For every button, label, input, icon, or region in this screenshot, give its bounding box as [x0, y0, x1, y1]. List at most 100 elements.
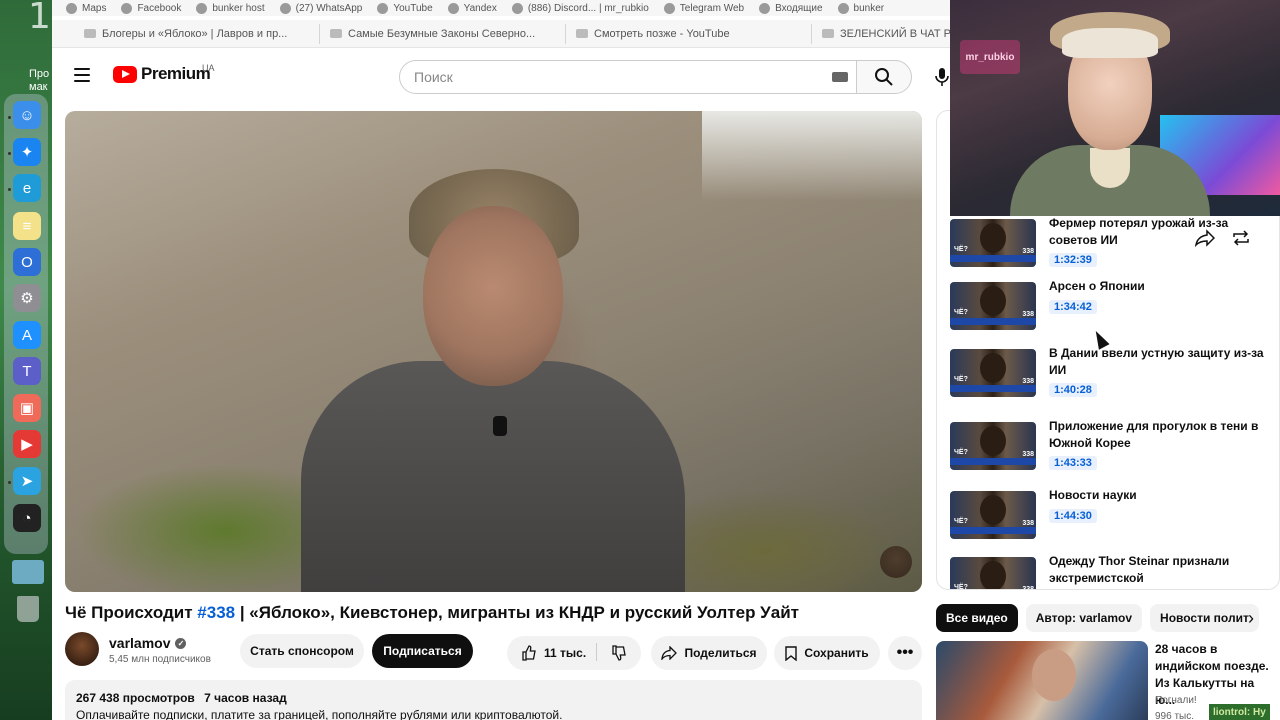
- bookmark-item[interactable]: YouTube: [377, 2, 433, 14]
- chevron-right-icon[interactable]: ›: [1248, 608, 1254, 629]
- title-prefix: Чё Происходит: [65, 603, 198, 622]
- playlist-item-title[interactable]: Приложение для прогулок в тени в Южной К…: [1049, 418, 1267, 452]
- bookmark-item[interactable]: (27) WhatsApp: [279, 2, 362, 14]
- telegram-icon[interactable]: ➤: [13, 467, 41, 495]
- youtube-icon: [84, 29, 96, 38]
- search-button[interactable]: [856, 60, 912, 94]
- trash-icon[interactable]: [17, 596, 39, 622]
- bookmark-item[interactable]: Telegram Web: [663, 2, 744, 14]
- playlist-item[interactable]: ЧЁ? 338 Приложение для прогулок в тени в Ю…: [950, 419, 1279, 482]
- channel-watermark-avatar: [880, 546, 912, 578]
- playlist-item[interactable]: ЧЁ? 338 Новости науки 1:44:30: [950, 488, 1279, 551]
- timestamp-link[interactable]: 1:43:33: [1049, 456, 1097, 470]
- map-pin-icon: [66, 2, 77, 14]
- description-box[interactable]: 267 438 просмотров 7 часов назад Оплачив…: [65, 680, 922, 720]
- video-app-icon[interactable]: ▶: [13, 430, 41, 458]
- video-title: Чё Происходит #338 | «Яблоко», Киевстоне…: [65, 603, 799, 623]
- package-icon[interactable]: ▣: [13, 394, 41, 422]
- browser-window: Maps Facebook bunker host (27) WhatsApp YouT…: [52, 0, 1280, 720]
- safari-icon[interactable]: ✦: [13, 138, 41, 166]
- playlist-thumbnail[interactable]: ЧЁ? 338: [950, 557, 1036, 589]
- playlist-item-title[interactable]: Арсен о Японии: [1049, 278, 1267, 295]
- timestamp-link[interactable]: 1:44:30: [1049, 509, 1097, 523]
- youtube-logo[interactable]: Premium: [113, 64, 211, 84]
- mail-icon: [759, 2, 771, 14]
- bookmark-item[interactable]: Входящие: [759, 2, 823, 14]
- playlist-item-title[interactable]: Одежду Thor Steinar признали экстремистс…: [1049, 553, 1267, 587]
- telegram-icon: [663, 2, 675, 14]
- search-input[interactable]: Поиск: [399, 60, 857, 94]
- thumb-badge-text: ЧЁ?: [954, 518, 968, 525]
- playlist-thumbnail[interactable]: ЧЁ? 338: [950, 349, 1036, 397]
- chip-politics[interactable]: Новости полит: [1150, 604, 1259, 632]
- playlist-item-title[interactable]: Новости науки: [1049, 487, 1267, 504]
- playlist-item[interactable]: ЧЁ? 338 Одежду Thor Steinar признали экстр…: [950, 554, 1279, 589]
- outlook-icon[interactable]: O: [13, 248, 41, 276]
- video-player[interactable]: [65, 111, 922, 592]
- chip-all-videos[interactable]: Все видео: [936, 604, 1018, 632]
- playlist-item[interactable]: ЧЁ? 338 В Дании ввели устную защиту из-за …: [950, 346, 1279, 409]
- app-store-icon[interactable]: A: [13, 321, 41, 349]
- playlist-thumbnail[interactable]: ЧЁ? 338: [950, 422, 1036, 470]
- video-sky: [702, 111, 922, 201]
- finder-icon[interactable]: ☺: [13, 101, 41, 129]
- playlist-item[interactable]: ЧЁ? 338 Арсен о Японии 1:34:42: [950, 279, 1279, 342]
- playlist-item-title[interactable]: В Дании ввели устную защиту из-за ИИ: [1049, 345, 1267, 379]
- channel-name[interactable]: varlamov: [109, 635, 170, 651]
- thumb-episode-number: 338: [1022, 378, 1034, 385]
- thumb-badge-text: ЧЁ?: [954, 376, 968, 383]
- whatsapp-icon: [279, 2, 291, 14]
- playlist-item[interactable]: ЧЁ? 338 Фермер потерял урожай из-за совето…: [950, 216, 1279, 279]
- settings-icon[interactable]: ⚙: [13, 284, 41, 312]
- running-indicator: [8, 481, 11, 484]
- activity-monitor-icon[interactable]: ◔: [13, 504, 41, 532]
- chip-author[interactable]: Автор: varlamov: [1025, 604, 1143, 632]
- thumbs-down-icon[interactable]: [611, 645, 627, 661]
- browser-tab[interactable]: ЗЕЛЕНСКИЙ В ЧАТ РУ: [812, 23, 972, 44]
- screen: 19 Про мак ☺ ✦ e ≡ O ⚙ A T ▣ ▶ ➤ ◔ Maps F…: [0, 0, 1280, 720]
- keyboard-icon[interactable]: [832, 72, 848, 82]
- browser-tab[interactable]: Блогеры и «Яблоко» | Лавров и пр...: [74, 23, 320, 44]
- bookmark-item[interactable]: bunker host: [196, 2, 265, 14]
- playlist-thumbnail[interactable]: ЧЁ? 338: [950, 282, 1036, 330]
- share-button[interactable]: Поделиться: [651, 636, 767, 670]
- bookmark-item[interactable]: Facebook: [121, 2, 181, 14]
- timestamp-link[interactable]: 1:32:39: [1049, 253, 1097, 267]
- notes-icon[interactable]: ≡: [13, 212, 41, 240]
- recommended-thumbnail[interactable]: [936, 641, 1148, 720]
- thumb-banner: [950, 458, 1036, 465]
- timestamp-link[interactable]: 1:40:28: [1049, 383, 1097, 397]
- like-count[interactable]: 11 тыс.: [544, 646, 586, 660]
- bookmark-item[interactable]: Maps: [66, 2, 106, 14]
- thumb-banner: [950, 385, 1036, 392]
- channel-name-row[interactable]: varlamov ✓: [109, 635, 187, 651]
- bookmark-item[interactable]: bunker: [837, 2, 884, 14]
- microphone-icon[interactable]: [932, 66, 952, 88]
- hashtag-link[interactable]: #338: [197, 603, 235, 622]
- timestamp-link[interactable]: 1:34:42: [1049, 300, 1097, 314]
- teams-icon[interactable]: T: [13, 357, 41, 385]
- browser-tab[interactable]: Смотреть позже - YouTube: [566, 23, 812, 44]
- playlist-thumbnail[interactable]: ЧЁ? 338: [950, 491, 1036, 539]
- playlist-thumbnail[interactable]: ЧЁ? 338: [950, 219, 1036, 267]
- hamburger-menu-icon[interactable]: [74, 68, 90, 82]
- playlist-item-title[interactable]: Фермер потерял урожай из-за советов ИИ: [1049, 215, 1267, 249]
- thumb-episode-number: 338: [1022, 311, 1034, 318]
- subscribe-button[interactable]: Подписаться: [372, 634, 473, 668]
- edge-icon[interactable]: e: [13, 174, 41, 202]
- title-suffix: | «Яблоко», Киевстонер, мигранты из КНДР…: [235, 603, 799, 622]
- yandex-icon: [447, 2, 459, 14]
- running-indicator: [8, 116, 11, 119]
- save-button[interactable]: Сохранить: [774, 636, 880, 670]
- sponsor-button[interactable]: Стать спонсором: [240, 634, 364, 668]
- folder-icon[interactable]: [12, 560, 44, 584]
- recommended-channel[interactable]: Погнали!: [1155, 695, 1197, 706]
- bookmark-item[interactable]: (886) Discord... | mr_rubkio: [511, 2, 649, 14]
- thumb-banner: [950, 255, 1036, 262]
- channel-avatar[interactable]: [65, 632, 99, 666]
- browser-tab[interactable]: Самые Безумные Законы Северно...: [320, 23, 566, 44]
- thumbs-up-icon[interactable]: [521, 645, 537, 661]
- bookmark-item[interactable]: Yandex: [447, 2, 497, 14]
- more-actions-icon[interactable]: •••: [888, 636, 922, 670]
- bookmark-label: bunker host: [212, 2, 265, 14]
